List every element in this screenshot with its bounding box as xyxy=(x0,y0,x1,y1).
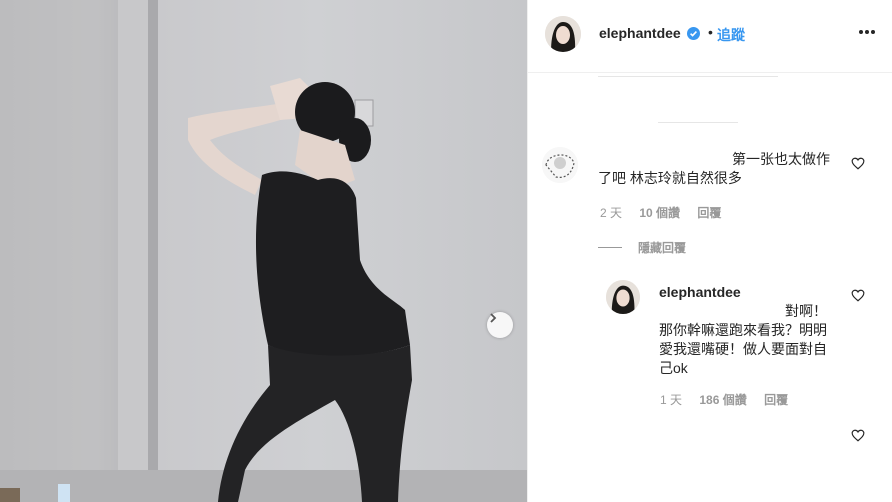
reply-age: 1 天 xyxy=(660,393,683,407)
reply-avatar[interactable] xyxy=(606,280,640,314)
like-heart-icon[interactable] xyxy=(851,429,865,442)
post-username[interactable]: elephantdee xyxy=(599,25,681,41)
comment-meta: 2 天 10 個讚 回覆 xyxy=(600,204,721,221)
reply-reply-button[interactable]: 回覆 xyxy=(764,393,788,407)
avatar-image xyxy=(606,280,640,314)
hide-replies-button[interactable]: 隱藏回覆 xyxy=(598,239,686,256)
follow-button[interactable]: 追蹤 xyxy=(717,25,745,45)
post-header: elephantdee • 追蹤 xyxy=(528,0,892,73)
like-heart-icon[interactable] xyxy=(851,289,865,302)
dash-line xyxy=(598,247,622,248)
post-sidebar: elephantdee • 追蹤 第一张也太做作 了吧 林志玲就自然很多 2 天… xyxy=(527,0,892,502)
post-photo[interactable] xyxy=(0,0,527,502)
like-heart-icon[interactable] xyxy=(851,157,865,170)
reply-meta: 1 天 186 個讚 回覆 xyxy=(660,391,788,408)
more-options-icon[interactable] xyxy=(858,29,876,35)
reply-text-body: 那你幹嘛還跑來看我？明明愛我還嘴硬！做人要面對自己ok xyxy=(659,322,827,376)
chevron-right-icon xyxy=(490,313,497,323)
carousel-next-button[interactable] xyxy=(487,312,513,338)
avatar-image xyxy=(545,16,581,52)
hide-replies-label: 隱藏回覆 xyxy=(638,241,687,255)
reply-text: 對啊！ 那你幹嘛還跑來看我？明明愛我還嘴硬！做人要面對自己ok xyxy=(659,302,831,378)
divider xyxy=(658,122,738,123)
dancer-photo xyxy=(0,0,527,502)
verified-badge-icon xyxy=(687,27,700,40)
comment-text: 第一张也太做作 了吧 林志玲就自然很多 xyxy=(598,150,830,188)
avatar[interactable] xyxy=(545,16,581,52)
commenter-avatar[interactable] xyxy=(542,147,578,183)
avatar-image xyxy=(542,147,578,183)
divider xyxy=(598,76,778,77)
comment-likes[interactable]: 10 個讚 xyxy=(639,206,680,220)
comment-reply-button[interactable]: 回覆 xyxy=(697,206,721,220)
comment-text-line: 了吧 林志玲就自然很多 xyxy=(598,170,742,186)
dot-separator: • xyxy=(708,24,713,40)
comment-text-line: 第一张也太做作 xyxy=(732,151,830,167)
reply-username[interactable]: elephantdee xyxy=(659,284,741,300)
comment-age: 2 天 xyxy=(600,206,623,220)
reply-text-line: 對啊！ xyxy=(785,303,827,319)
reply-likes[interactable]: 186 個讚 xyxy=(699,393,746,407)
